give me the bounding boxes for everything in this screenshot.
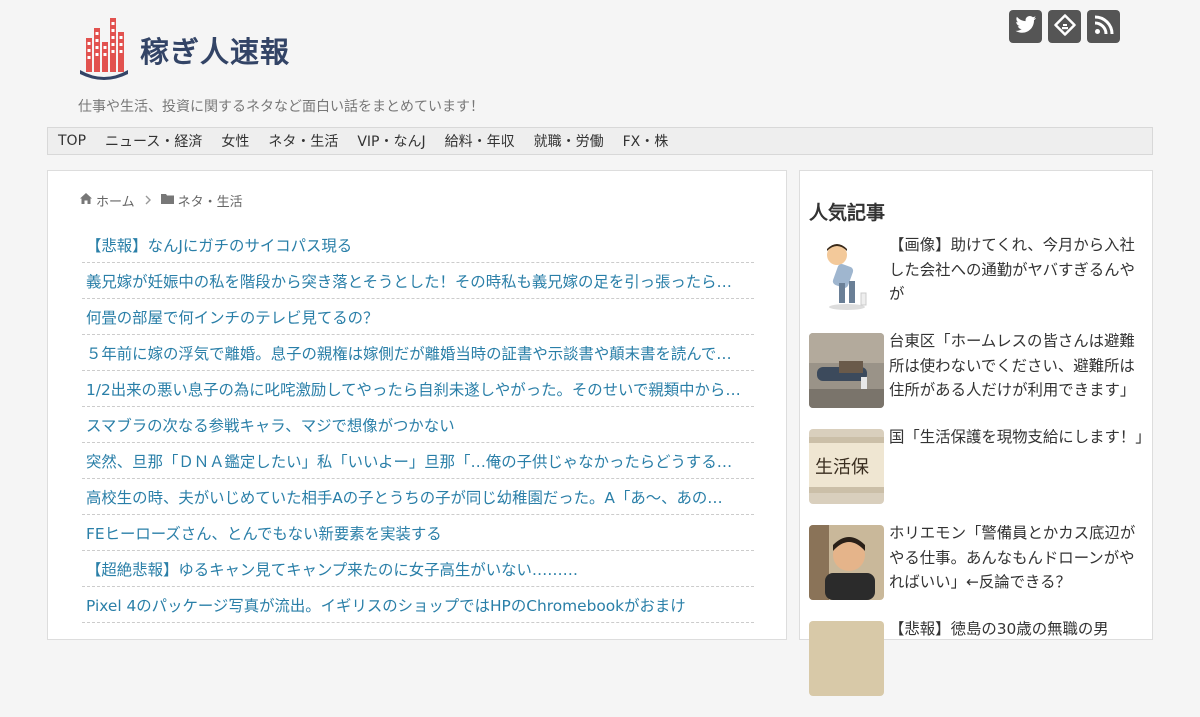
popular-article-title[interactable]: ホリエモン「警備員とかカス底辺がやる仕事。あんなもんドローンがやればいい」←反論… (889, 521, 1147, 621)
popular-article-title[interactable]: 【悲報】徳島の30歳の無職の男 (889, 617, 1147, 717)
nav-item-news[interactable]: ニュース・経済 (105, 131, 202, 151)
article-link[interactable]: FEヒーローズさん、とんでもない新要素を実装する (86, 522, 750, 544)
nav-item-top[interactable]: TOP (58, 133, 86, 149)
list-item: 【超絶悲報】ゆるキャン見てキャンプ来たのに女子高生がいない……… (82, 551, 754, 587)
popular-articles-list: 【画像】助けてくれ、今月から入社した会社への通勤がヤバすぎるんやが 台東区「ホー… (809, 236, 1151, 717)
article-link[interactable]: 1/2出来の悪い息子の為に叱咤激励してやったら自刹未遂しやがった。そのせいで親類… (86, 378, 750, 400)
popular-article-title[interactable]: 台東区「ホームレスの皆さんは避難所は使わないでください、避難所は住所がある人だけ… (889, 329, 1147, 429)
global-nav: TOP ニュース・経済 女性 ネタ・生活 VIP・なんJ 給料・年収 就職・労働… (47, 127, 1153, 155)
nav-item-fx[interactable]: FX・株 (623, 131, 669, 151)
popular-article[interactable]: 【悲報】徳島の30歳の無職の男 (809, 620, 1149, 717)
nav-item-women[interactable]: 女性 (221, 131, 249, 151)
list-item: 何畳の部屋で何インチのテレビ見てるの？ (82, 299, 754, 335)
popular-article[interactable]: 台東区「ホームレスの皆さんは避難所は使わないでください、避難所は住所がある人だけ… (809, 332, 1149, 429)
article-link[interactable]: 高校生の時、夫がいじめていた相手Aの子とうちの子が同じ幼稚園だった。A「あ～、あ… (86, 486, 750, 508)
popular-articles-heading: 人気記事 (809, 202, 886, 224)
article-thumbnail[interactable]: 生活保 (809, 429, 884, 504)
popular-article[interactable]: ホリエモン「警備員とかカス底辺がやる仕事。あんなもんドローンがやればいい」←反論… (809, 524, 1149, 621)
chevron-right-icon (145, 194, 151, 208)
article-link[interactable]: 【超絶悲報】ゆるキャン見てキャンプ来たのに女子高生がいない……… (86, 558, 750, 580)
article-link[interactable]: 【悲報】なんJにガチのサイコパス現る (86, 234, 750, 256)
nav-item-vip[interactable]: VIP・なんJ (357, 131, 425, 151)
site-logo[interactable]: 稼ぎ人速報 (78, 16, 290, 80)
nav-item-salary[interactable]: 給料・年収 (445, 131, 515, 151)
article-thumbnail[interactable] (809, 237, 884, 312)
breadcrumb-home[interactable]: ホーム (96, 191, 135, 210)
nav-item-work[interactable]: 就職・労働 (534, 131, 604, 151)
list-item: FEヒーローズさん、とんでもない新要素を実装する (82, 515, 754, 551)
article-link[interactable]: ５年前に嫁の浮気で離婚。息子の親権は嫁側だが離婚当時の証書や示談書や顛末書を読ん… (86, 342, 750, 364)
popular-article[interactable]: 【画像】助けてくれ、今月から入社した会社への通勤がヤバすぎるんやが (809, 236, 1149, 333)
list-item: ５年前に嫁の浮気で離婚。息子の親権は嫁側だが離婚当時の証書や示談書や顛末書を読ん… (82, 335, 754, 371)
list-item: Pixel 4のパッケージ写真が流出。イギリスのショップではHPのChromeb… (82, 587, 754, 623)
article-thumbnail[interactable] (809, 333, 884, 408)
rss-icon (1094, 15, 1114, 39)
popular-article[interactable]: 生活保 国「生活保護を現物支給にします！」 (809, 428, 1151, 525)
twitter-icon (1014, 15, 1037, 39)
popular-article-title[interactable]: 【画像】助けてくれ、今月から入社した会社への通勤がヤバすぎるんやが (889, 233, 1147, 333)
breadcrumb: ホーム ネタ・生活 (80, 191, 243, 210)
twitter-button[interactable] (1009, 10, 1042, 43)
svg-text:生活保: 生活保 (815, 457, 869, 478)
article-link[interactable]: 何畳の部屋で何インチのテレビ見てるの？ (86, 306, 750, 328)
home-icon (80, 193, 92, 208)
article-link[interactable]: 義兄嫁が妊娠中の私を階段から突き落とそうとした！その時私も義兄嫁の足を引っ張った… (86, 270, 750, 292)
folder-icon (160, 193, 174, 208)
article-thumbnail[interactable] (809, 621, 884, 696)
list-item: 義兄嫁が妊娠中の私を階段から突き落とそうとした！その時私も義兄嫁の足を引っ張った… (82, 263, 754, 299)
sidebar: 人気記事 【画像】助けてくれ、今月から入社した会社への通勤がヤバすぎるんやが 台… (799, 170, 1153, 696)
article-thumbnail[interactable] (809, 525, 884, 600)
feedly-button[interactable] (1048, 10, 1081, 43)
building-logo-icon (78, 16, 130, 80)
site-header: 稼ぎ人速報 仕事や生活、投資に関するネタなど面白い話をまとめています！ (0, 0, 1200, 126)
rss-button[interactable] (1087, 10, 1120, 43)
list-item: 1/2出来の悪い息子の為に叱咤激励してやったら自刹未遂しやがった。そのせいで親類… (82, 371, 754, 407)
article-list: 【悲報】なんJにガチのサイコパス現る 義兄嫁が妊娠中の私を階段から突き落とそうと… (82, 227, 754, 623)
breadcrumb-category[interactable]: ネタ・生活 (178, 191, 243, 210)
site-tagline: 仕事や生活、投資に関するネタなど面白い話をまとめています！ (78, 99, 484, 115)
article-link[interactable]: スマブラの次なる参戦キャラ、マジで想像がつかない (86, 414, 750, 436)
feedly-icon (1053, 13, 1076, 40)
list-item: スマブラの次なる参戦キャラ、マジで想像がつかない (82, 407, 754, 443)
list-item: 突然、旦那「ＤＮＡ鑑定したい」私「いいよー」旦那「…俺の子供じゃなかったらどうす… (82, 443, 754, 479)
popular-article-title[interactable]: 国「生活保護を現物支給にします！」 (889, 425, 1151, 525)
nav-item-neta[interactable]: ネタ・生活 (268, 131, 338, 151)
main-content: ホーム ネタ・生活 【悲報】なんJにガチのサイコパス現る 義兄嫁が妊娠中の私を階… (47, 170, 787, 640)
article-link[interactable]: 突然、旦那「ＤＮＡ鑑定したい」私「いいよー」旦那「…俺の子供じゃなかったらどうす… (86, 450, 750, 472)
list-item: 高校生の時、夫がいじめていた相手Aの子とうちの子が同じ幼稚園だった。A「あ～、あ… (82, 479, 754, 515)
site-title: 稼ぎ人速報 (140, 35, 291, 69)
article-link[interactable]: Pixel 4のパッケージ写真が流出。イギリスのショップではHPのChromeb… (86, 594, 750, 616)
list-item: 【悲報】なんJにガチのサイコパス現る (82, 227, 754, 263)
social-buttons (1009, 10, 1120, 43)
